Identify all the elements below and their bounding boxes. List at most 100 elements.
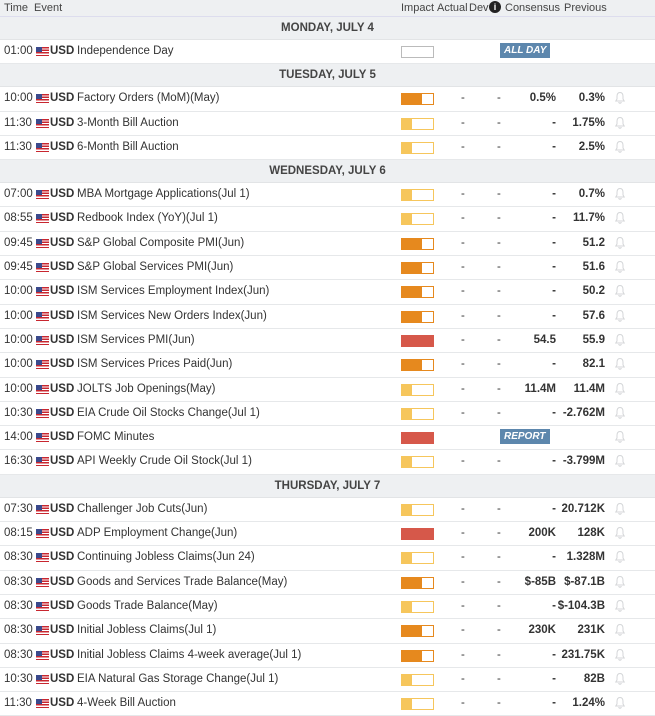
bell-icon[interactable] xyxy=(614,260,626,276)
event-row[interactable]: 11:30 USD 4-Week Bill Auction - - - 1.24… xyxy=(0,692,655,716)
event-name[interactable]: ADP Employment Change(Jun) xyxy=(77,527,237,539)
event-row[interactable]: 01:00 USD Independence Day ALL DAY xyxy=(0,40,655,65)
bell-icon[interactable] xyxy=(614,116,626,132)
event-name[interactable]: ISM Services PMI(Jun) xyxy=(77,334,195,346)
event-time: 10:00 xyxy=(4,358,33,371)
col-time[interactable]: Time xyxy=(4,2,28,14)
event-row[interactable]: 10:30 USD EIA Crude Oil Stocks Change(Ju… xyxy=(0,401,655,427)
us-flag-icon xyxy=(36,47,49,56)
deviation-value: - xyxy=(497,188,501,201)
event-name[interactable]: API Weekly Crude Oil Stock(Jul 1) xyxy=(77,455,252,467)
event-row[interactable]: 08:55 USD Redbook Index (YoY)(Jul 1) - -… xyxy=(0,207,655,232)
event-name[interactable]: 4-Week Bill Auction xyxy=(77,697,176,709)
event-name[interactable]: Continuing Jobless Claims(Jun 24) xyxy=(77,551,255,563)
currency: USD xyxy=(50,45,75,57)
event-name[interactable]: Goods Trade Balance(May) xyxy=(77,600,218,612)
event-name[interactable]: EIA Natural Gas Storage Change(Jul 1) xyxy=(77,673,278,685)
bell-icon[interactable] xyxy=(614,187,626,203)
event-row[interactable]: 10:00 USD ISM Services Employment Index(… xyxy=(0,280,655,305)
event-row[interactable]: 10:00 USD ISM Services New Orders Index(… xyxy=(0,304,655,329)
bell-icon[interactable] xyxy=(614,550,626,566)
event-row[interactable]: 07:30 USD Challenger Job Cuts(Jun) - - -… xyxy=(0,497,655,523)
col-consensus[interactable]: Consensus xyxy=(505,2,560,14)
info-icon[interactable]: i xyxy=(489,1,501,13)
bell-icon[interactable] xyxy=(614,502,626,518)
event-name[interactable]: Goods and Services Trade Balance(May) xyxy=(77,576,287,588)
currency: USD xyxy=(50,502,75,515)
event-name[interactable]: S&P Global Composite PMI(Jun) xyxy=(77,237,244,249)
event-name[interactable]: Challenger Job Cuts(Jun) xyxy=(77,503,207,515)
us-flag-icon xyxy=(36,214,49,224)
event-name[interactable]: Initial Jobless Claims(Jul 1) xyxy=(77,624,216,636)
impact-bar xyxy=(401,673,434,686)
event-name[interactable]: Redbook Index (YoY)(Jul 1) xyxy=(77,212,218,224)
bell-icon[interactable] xyxy=(614,406,626,422)
event-name[interactable]: ISM Services Employment Index(Jun) xyxy=(77,285,269,297)
impact-bar xyxy=(401,117,434,130)
event-row[interactable]: 08:30 USD Initial Jobless Claims 4-week … xyxy=(0,643,655,668)
event-row[interactable]: 08:30 USD Continuing Jobless Claims(Jun … xyxy=(0,546,655,571)
event-row[interactable]: 08:30 USD Goods Trade Balance(May) - - -… xyxy=(0,594,655,620)
bell-icon[interactable] xyxy=(614,648,626,664)
currency: USD xyxy=(50,285,75,298)
bell-icon[interactable] xyxy=(614,211,626,227)
bell-icon[interactable] xyxy=(614,599,626,615)
event-name[interactable]: 6-Month Bill Auction xyxy=(77,141,179,153)
bell-icon[interactable] xyxy=(614,430,626,446)
event-row[interactable]: 09:45 USD S&P Global Composite PMI(Jun) … xyxy=(0,231,655,257)
event-row[interactable]: 14:00 USD FOMC Minutes REPORT xyxy=(0,426,655,451)
event-name[interactable]: FOMC Minutes xyxy=(77,431,154,443)
previous-value: -2.762M xyxy=(562,406,605,419)
event-row[interactable]: 16:30 USD API Weekly Crude Oil Stock(Jul… xyxy=(0,450,655,475)
bell-icon[interactable] xyxy=(614,672,626,688)
bell-icon[interactable] xyxy=(614,91,626,107)
event-name[interactable]: 3-Month Bill Auction xyxy=(77,117,179,129)
event-name[interactable]: Independence Day xyxy=(77,45,174,57)
col-dev[interactable]: Dev xyxy=(469,2,489,14)
us-flag-icon xyxy=(36,190,49,200)
impact-bar xyxy=(401,576,434,589)
event-name[interactable]: JOLTS Job Openings(May) xyxy=(77,383,215,395)
bell-icon[interactable] xyxy=(614,623,626,639)
event-name[interactable]: ISM Services Prices Paid(Jun) xyxy=(77,358,232,370)
event-name[interactable]: ISM Services New Orders Index(Jun) xyxy=(77,310,267,322)
event-row[interactable]: 08:30 USD Goods and Services Trade Balan… xyxy=(0,570,655,595)
bell-icon[interactable] xyxy=(614,357,626,373)
bell-icon[interactable] xyxy=(614,309,626,325)
bell-icon[interactable] xyxy=(614,140,626,156)
bell-icon[interactable] xyxy=(614,696,626,712)
bell-icon[interactable] xyxy=(614,284,626,300)
bell-icon[interactable] xyxy=(614,526,626,542)
deviation-value: - xyxy=(497,406,501,419)
event-name[interactable]: Initial Jobless Claims 4-week average(Ju… xyxy=(77,649,301,661)
event-row[interactable]: 10:00 USD JOLTS Job Openings(May) - - 11… xyxy=(0,377,655,402)
bell-icon[interactable] xyxy=(614,575,626,591)
event-row[interactable]: 08:15 USD ADP Employment Change(Jun) - -… xyxy=(0,522,655,547)
event-row[interactable]: 08:30 USD Initial Jobless Claims(Jul 1) … xyxy=(0,619,655,644)
impact-bar xyxy=(401,456,434,469)
event-row[interactable]: 07:00 USD MBA Mortgage Applications(Jul … xyxy=(0,183,655,208)
bell-icon[interactable] xyxy=(614,333,626,349)
event-name[interactable]: EIA Crude Oil Stocks Change(Jul 1) xyxy=(77,407,260,419)
bell-icon[interactable] xyxy=(614,382,626,398)
col-event[interactable]: Event xyxy=(34,2,62,14)
event-row[interactable]: 11:30 USD 6-Month Bill Auction - - - 2.5… xyxy=(0,135,655,161)
event-row[interactable]: 11:30 USD 3-Month Bill Auction - - - 1.7… xyxy=(0,111,655,136)
event-row[interactable]: 10:30 USD EIA Natural Gas Storage Change… xyxy=(0,667,655,693)
deviation-value: - xyxy=(497,599,501,612)
event-row[interactable]: 10:00 USD ISM Services PMI(Jun) - - 54.5… xyxy=(0,328,655,354)
event-row[interactable]: 10:00 USD Factory Orders (MoM)(May) - - … xyxy=(0,87,655,112)
event-row[interactable]: 09:45 USD S&P Global Services PMI(Jun) -… xyxy=(0,256,655,281)
event-name[interactable]: MBA Mortgage Applications(Jul 1) xyxy=(77,188,250,200)
col-previous[interactable]: Previous xyxy=(564,2,607,14)
col-impact[interactable]: Impact xyxy=(401,2,434,14)
col-actual[interactable]: Actual xyxy=(437,2,468,14)
actual-value: - xyxy=(461,212,465,225)
event-name[interactable]: S&P Global Services PMI(Jun) xyxy=(77,261,233,273)
event-name[interactable]: Factory Orders (MoM)(May) xyxy=(77,92,219,104)
event-row[interactable]: 10:00 USD ISM Services Prices Paid(Jun) … xyxy=(0,353,655,378)
us-flag-icon xyxy=(36,238,49,248)
bell-icon[interactable] xyxy=(614,454,626,470)
bell-icon[interactable] xyxy=(614,236,626,252)
currency: USD xyxy=(50,236,75,249)
